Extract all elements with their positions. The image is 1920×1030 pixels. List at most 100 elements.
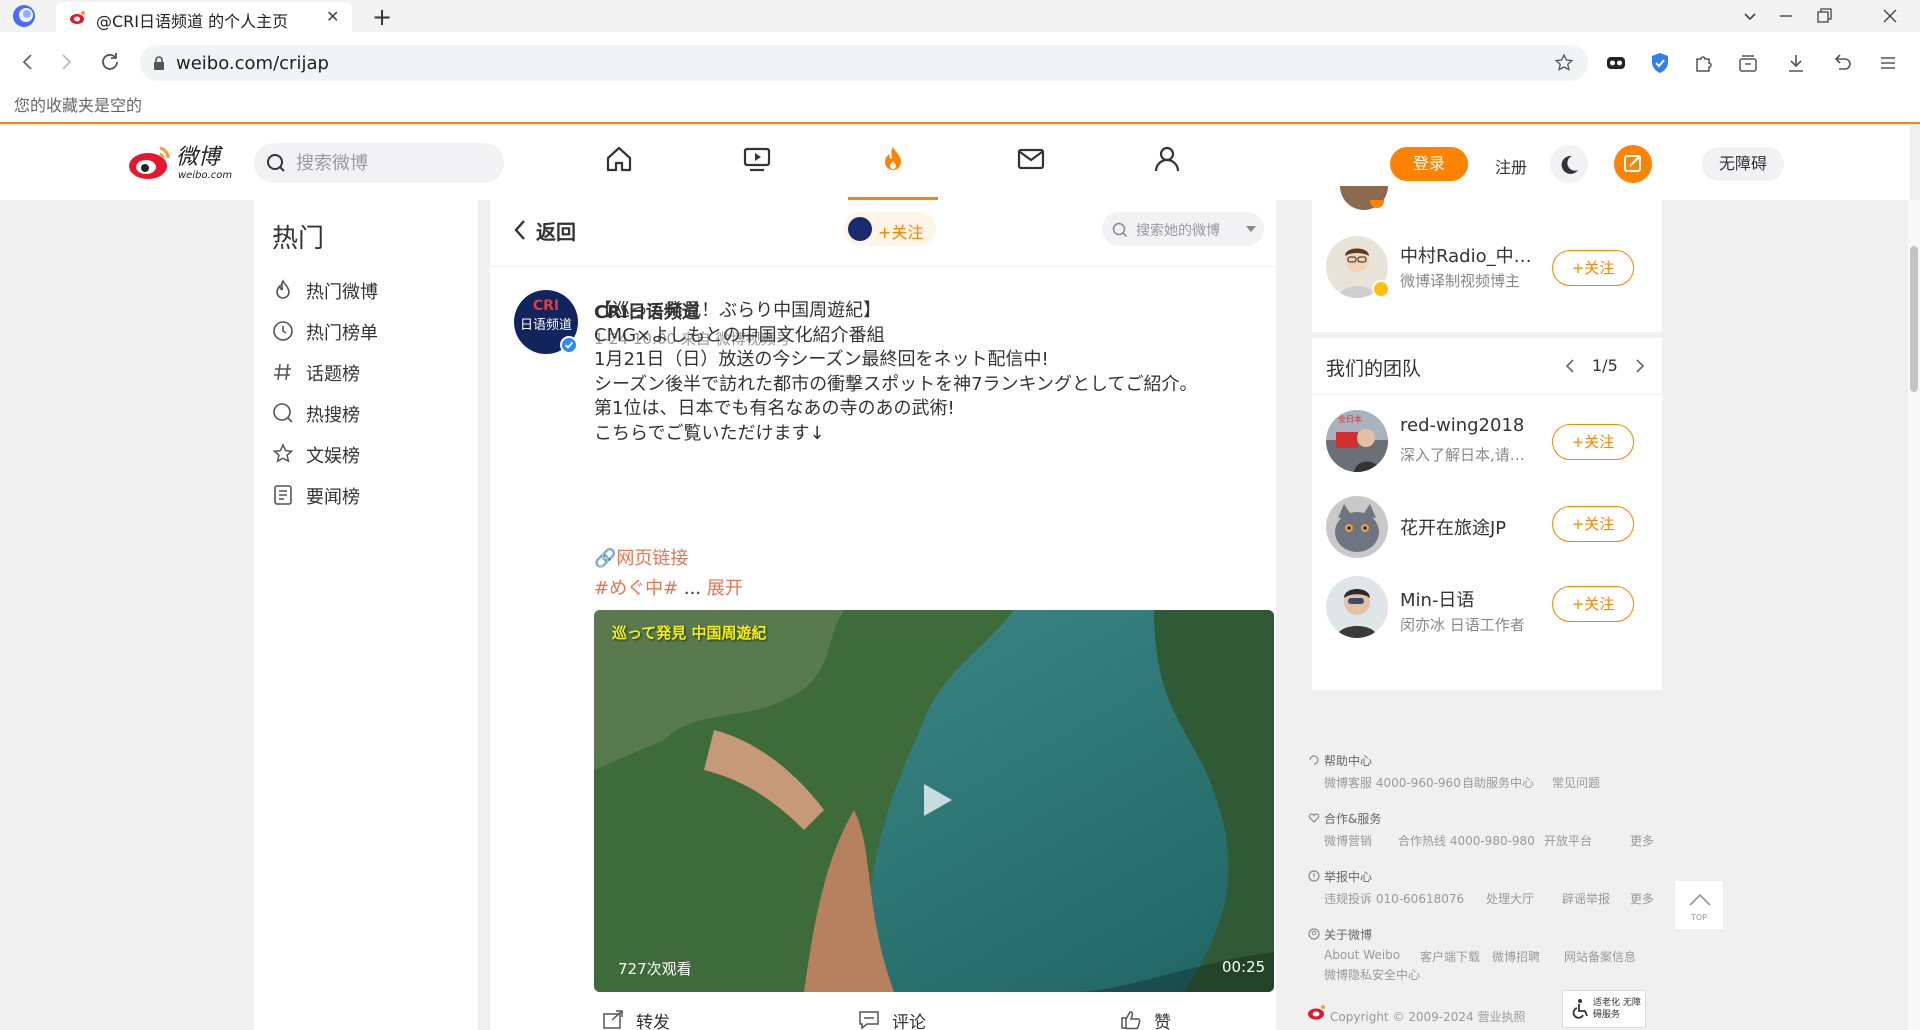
footer-link[interactable]: 微博客服 4000-960-960 <box>1324 774 1461 791</box>
svg-text:weibo.com: weibo.com <box>178 170 232 181</box>
nav-hot[interactable] <box>848 126 938 200</box>
hashtag-link[interactable]: #めぐ中# <box>594 578 678 599</box>
footer-link[interactable]: 微博招聘 <box>1492 948 1540 965</box>
collections-icon[interactable] <box>1736 51 1760 75</box>
elder-badge-text: 适老化 无障碍服务 <box>1593 998 1641 1020</box>
footer-link[interactable]: 微博营销 <box>1324 832 1372 849</box>
footer-link[interactable]: 违规投诉 010-60618076 <box>1324 890 1464 907</box>
weibo-search-box[interactable] <box>254 143 504 183</box>
footer-link[interactable]: 辟谣举报 <box>1562 890 1610 907</box>
extension-mask-icon[interactable] <box>1604 51 1628 75</box>
elder-accessibility-badge[interactable]: 适老化 无障碍服务 <box>1562 990 1646 1028</box>
footer-link[interactable]: 客户端下载 <box>1420 948 1480 965</box>
user-name[interactable]: 中村Radio_中… <box>1400 242 1532 268</box>
accessibility-button[interactable]: 无障碍 <box>1702 147 1784 181</box>
member-avatar[interactable] <box>1326 496 1388 558</box>
home-icon <box>606 146 632 172</box>
footer-link[interactable]: 常见问题 <box>1552 774 1600 791</box>
copyright[interactable]: Copyright © 2009-2024 营业执照 <box>1330 1008 1526 1025</box>
play-icon[interactable] <box>910 776 958 824</box>
footer-link[interactable]: 合作热线 4000-980-980 <box>1398 832 1535 849</box>
footer-link[interactable]: 更多 <box>1630 832 1654 849</box>
bookmark-star-icon[interactable] <box>1554 53 1574 73</box>
search-her-posts[interactable]: 搜索她的微博 <box>1102 212 1264 246</box>
footer-link[interactable]: 更多 <box>1630 890 1654 907</box>
tab-list-chevron-icon[interactable] <box>1740 6 1760 26</box>
new-tab-icon[interactable]: + <box>372 3 392 31</box>
main-feed: 返回 +关注 搜索她的微博 CRI 日语频道 CRI日语频道 1-24 10:0… <box>490 200 1276 1030</box>
puzzle-extensions-icon[interactable] <box>1692 51 1716 75</box>
sidebar-item-hot-search[interactable]: 热搜榜 <box>272 393 462 433</box>
footer-link[interactable]: 网站备案信息 <box>1564 948 1636 965</box>
back-arrow-icon[interactable] <box>16 50 40 74</box>
chevron-right-icon[interactable] <box>1634 358 1646 374</box>
follow-button[interactable]: +关注 <box>844 212 936 246</box>
mini-avatar <box>848 217 872 241</box>
weibo-small-logo-icon <box>1308 1005 1325 1020</box>
footer-link[interactable]: 自助服务中心 <box>1462 774 1534 791</box>
footer-link[interactable]: 开放平台 <box>1544 832 1592 849</box>
video-player[interactable]: 巡って発見 中国周遊紀 727次观看 00:25 <box>594 610 1274 992</box>
follow-label: +关注 <box>878 223 924 242</box>
restore-icon[interactable] <box>1814 6 1834 26</box>
download-icon[interactable] <box>1784 51 1808 75</box>
close-window-icon[interactable] <box>1880 6 1900 26</box>
back-to-top-button[interactable]: TOP <box>1674 880 1724 930</box>
follow-button[interactable]: +关注 <box>1552 250 1634 286</box>
url-text[interactable]: weibo.com/crijap <box>176 53 329 74</box>
mail-icon <box>1017 148 1045 170</box>
page-scrollbar[interactable] <box>1908 200 1920 1030</box>
video-view-count: 727次观看 <box>618 960 692 978</box>
member-avatar[interactable] <box>1326 576 1388 638</box>
sidebar-item-entertainment[interactable]: 文娱榜 <box>272 434 462 474</box>
footer-links: 微博客服 4000-960-960 自助服务中心 常见问题 <box>1324 774 1658 790</box>
minimize-icon[interactable] <box>1776 6 1796 26</box>
weibo-logo[interactable]: 微博 weibo.com <box>126 142 241 182</box>
browser-tab[interactable]: @CRI日语频道 的个人主页 ✕ <box>56 2 352 32</box>
shield-extension-icon[interactable] <box>1648 51 1672 75</box>
team-pager: 1/5 <box>1592 356 1618 375</box>
sidebar-item-topics[interactable]: 话题榜 <box>272 352 462 392</box>
nav-profile[interactable] <box>1122 126 1212 200</box>
sidebar-item-label: 文娱榜 <box>306 446 360 467</box>
expand-link[interactable]: 展开 <box>707 578 743 599</box>
post-line: こちらでご覧いただけます↓ <box>594 423 825 444</box>
member-avatar[interactable]: 全日本 <box>1326 410 1388 472</box>
video-duration: 00:25 <box>1222 958 1266 976</box>
compose-button[interactable] <box>1614 145 1652 183</box>
privacy-link[interactable]: 微博隐私安全中心 <box>1324 966 1420 983</box>
member-name[interactable]: Min-日语 <box>1400 586 1474 612</box>
hashtag-row: #めぐ中# ... 展开 <box>594 574 743 600</box>
reload-icon[interactable] <box>98 50 122 74</box>
forward-arrow-icon[interactable] <box>54 50 78 74</box>
sidebar-item-hot-weibo[interactable]: 热门微博 <box>272 270 462 310</box>
team-card: 我们的团队 1/5 全日本 red-wing2018 深入了解日本,请… +关注… <box>1312 338 1662 690</box>
chevron-left-icon[interactable] <box>1564 358 1576 374</box>
member-name[interactable]: 花开在旅途JP <box>1400 514 1506 540</box>
flame-icon <box>276 279 290 299</box>
menu-icon[interactable] <box>1876 51 1900 75</box>
nav-messages[interactable] <box>986 126 1076 200</box>
follow-button[interactable]: +关注 <box>1552 424 1634 460</box>
member-name[interactable]: red-wing2018 <box>1400 415 1524 436</box>
footer-link[interactable]: About Weibo <box>1324 948 1400 962</box>
address-bar[interactable]: weibo.com/crijap <box>140 45 1588 81</box>
post-line: 【巡って発見！ぶらり中国周遊紀】 <box>594 300 882 321</box>
weibo-search-input[interactable] <box>296 151 486 175</box>
follow-button[interactable]: +关注 <box>1552 586 1634 622</box>
sidebar-item-news[interactable]: 要闻榜 <box>272 475 462 515</box>
web-link[interactable]: 🔗网页链接 <box>594 544 688 570</box>
scroll-thumb[interactable] <box>1910 246 1918 392</box>
caret-down-icon <box>1246 226 1256 232</box>
register-link[interactable]: 注册 <box>1495 154 1527 178</box>
nav-video[interactable] <box>712 126 802 200</box>
undo-history-icon[interactable] <box>1830 51 1854 75</box>
nav-home[interactable] <box>574 126 664 200</box>
follow-button[interactable]: +关注 <box>1552 506 1634 542</box>
footer-link[interactable]: 处理大厅 <box>1486 890 1534 907</box>
dark-mode-button[interactable] <box>1550 145 1588 183</box>
sidebar-item-hot-ranking[interactable]: 热门榜单 <box>272 311 462 351</box>
browser-logo-icon[interactable] <box>12 4 36 28</box>
tab-close-icon[interactable]: ✕ <box>326 7 339 26</box>
login-button[interactable]: 登录 <box>1390 147 1468 181</box>
